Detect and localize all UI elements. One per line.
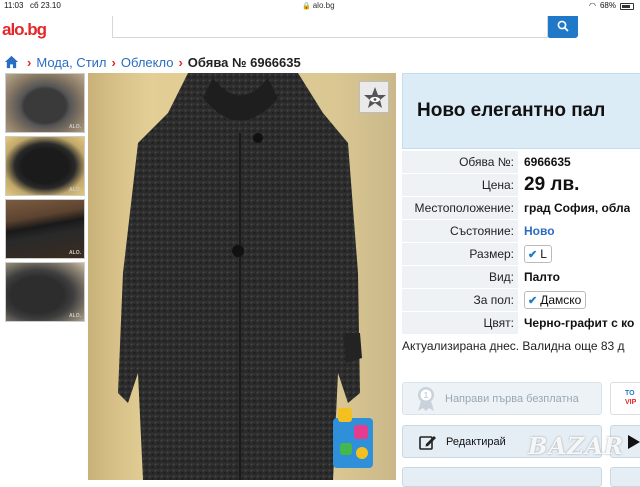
- spec-value: Черно-графит с ко: [524, 316, 635, 330]
- breadcrumb-separator: ›: [27, 54, 32, 70]
- eye-star-icon: [364, 87, 386, 108]
- gender-chip: ✔ Дамско: [524, 291, 587, 309]
- check-icon: ✔: [528, 294, 538, 307]
- battery-percent: 68%: [599, 1, 616, 10]
- home-icon[interactable]: [4, 55, 19, 69]
- thumbnail-2[interactable]: ALO.: [5, 136, 85, 196]
- spec-row-id: Обява №: 6966635: [402, 151, 640, 174]
- lock-icon: 🔒: [302, 3, 311, 10]
- search-button[interactable]: [548, 16, 578, 38]
- wifi-icon: ◠: [589, 1, 596, 10]
- site-header: alo.bg: [0, 12, 640, 40]
- spec-label: Обява №:: [402, 151, 518, 173]
- free-boost-label: Направи първа безплатна: [445, 392, 579, 405]
- breadcrumb-separator: ›: [178, 54, 183, 70]
- spec-value: ✔ L: [518, 245, 552, 263]
- listing-title: Ново елегантно пал: [417, 100, 606, 121]
- status-bar: 11:03 сб 23.10 🔒 alo.bg ◠ 68%: [0, 0, 640, 12]
- more-action-button[interactable]: [402, 467, 602, 487]
- spec-value: 6966635: [524, 155, 571, 169]
- breadcrumb-link-clothing[interactable]: Облекло: [121, 55, 174, 70]
- view-gallery-button[interactable]: [359, 81, 389, 113]
- listing-specs: Обява №: 6966635 Цена: 29 лв. Местополож…: [402, 151, 640, 335]
- thumbnail-4[interactable]: ALO.: [5, 262, 85, 322]
- breadcrumb-current: Обява № 6966635: [187, 54, 301, 70]
- listing-validity: Актуализирана днес. Валидна още 83 д: [402, 339, 625, 353]
- listing-title-box: Ново елегантно пал: [402, 73, 640, 149]
- breadcrumb-separator: ›: [111, 54, 116, 70]
- main-photo[interactable]: [88, 73, 396, 480]
- thumbnail-1[interactable]: ALO.: [5, 73, 85, 133]
- thumbnail-watermark: ALO.: [69, 124, 81, 130]
- thumbnail-3[interactable]: ALO.: [5, 199, 85, 259]
- more-action-button-2[interactable]: [610, 467, 640, 487]
- spec-value: ✔ Дамско: [518, 291, 587, 309]
- spec-row-location: Местоположение: град София, обла: [402, 197, 640, 220]
- check-icon: ✔: [528, 248, 538, 261]
- spec-row-condition: Състояние: Ново: [402, 220, 640, 243]
- top-badge-vip: VIP: [625, 399, 637, 406]
- spec-label: Местоположение:: [402, 197, 518, 219]
- toy-image: [333, 408, 373, 468]
- play-icon: [628, 434, 640, 449]
- breadcrumb-link-fashion[interactable]: Мода, Стил: [36, 55, 106, 70]
- search-input[interactable]: [112, 16, 548, 38]
- address-url[interactable]: 🔒 alo.bg: [302, 1, 335, 10]
- url-text: alo.bg: [312, 1, 335, 10]
- status-date: сб 23.10: [30, 1, 61, 10]
- thumbnail-watermark: ALO.: [69, 313, 81, 319]
- spec-row-gender: За пол: ✔ Дамско: [402, 289, 640, 312]
- search-icon: [557, 20, 569, 32]
- thumbnail-watermark: ALO.: [69, 187, 81, 193]
- svg-text:1: 1: [424, 391, 429, 400]
- gender-chip-label: Дамско: [540, 293, 582, 307]
- award-ribbon-icon: 1: [418, 386, 434, 411]
- breadcrumb: › Мода, Стил › Облекло › Обява № 6966635: [4, 54, 301, 70]
- spec-label: За пол:: [402, 289, 518, 311]
- bazar-watermark: BAZAR: [528, 433, 625, 460]
- free-boost-button[interactable]: 1 Направи първа безплатна: [402, 382, 602, 415]
- status-time: 11:03: [4, 1, 24, 10]
- spec-value: Палто: [524, 270, 560, 284]
- spec-label: Състояние:: [402, 220, 518, 242]
- spec-label: Размер:: [402, 243, 518, 265]
- coat-image: [118, 73, 362, 480]
- size-chip: ✔ L: [524, 245, 552, 263]
- edit-label: Редактирай: [446, 435, 506, 448]
- top-badge-top: ТО: [625, 390, 635, 397]
- spec-row-color: Цвят: Черно-графит с ко: [402, 312, 640, 335]
- listing-details: Ново елегантно пал Обява №: 6966635 Цена…: [402, 73, 640, 353]
- thumbnail-watermark: ALO.: [69, 250, 81, 256]
- top-vip-icon: ТО VIP: [625, 389, 640, 409]
- size-chip-label: L: [540, 247, 547, 261]
- top-vip-button[interactable]: ТО VIP: [610, 382, 640, 415]
- spec-label: Вид:: [402, 266, 518, 288]
- spec-label: Цвят:: [402, 312, 518, 334]
- spec-row-type: Вид: Палто: [402, 266, 640, 289]
- condition-link[interactable]: Ново: [518, 224, 555, 238]
- spec-row-size: Размер: ✔ L: [402, 243, 640, 266]
- edit-icon: [419, 435, 436, 450]
- spec-value: град София, обла: [524, 201, 631, 215]
- battery-icon: [620, 2, 634, 10]
- photo-thumbnails: ALO. ALO. ALO. ALO.: [5, 73, 85, 325]
- spec-row-price: Цена: 29 лв.: [402, 174, 640, 197]
- status-indicators: ◠ 68%: [589, 1, 634, 10]
- price-value: 29 лв.: [524, 174, 580, 195]
- spec-label: Цена:: [402, 174, 518, 196]
- site-logo[interactable]: alo.bg: [0, 12, 101, 40]
